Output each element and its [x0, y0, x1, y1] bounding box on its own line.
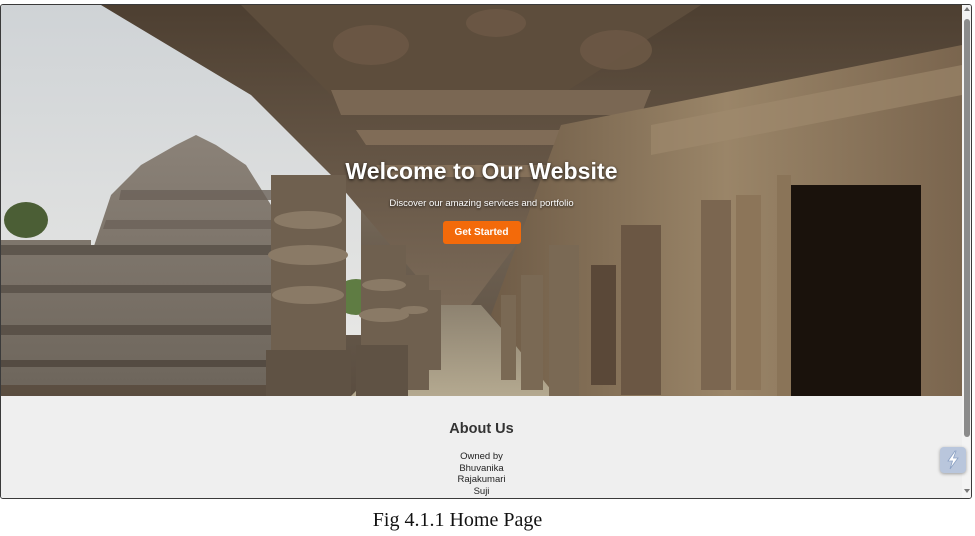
lightning-icon	[947, 450, 959, 470]
figure-caption: Fig 4.1.1 Home Page	[372, 509, 543, 531]
vertical-scrollbar[interactable]	[962, 5, 971, 498]
hero-section: Welcome to Our Website Discover our amaz…	[1, 5, 962, 396]
owner-label: Owned by	[460, 451, 503, 462]
scroll-down-arrow-icon[interactable]	[964, 489, 970, 493]
owner-name-2: Rajakumari	[457, 474, 506, 485]
scrollbar-thumb[interactable]	[964, 19, 970, 437]
scroll-up-arrow-icon[interactable]	[964, 7, 970, 11]
owner-name-1: Bhuvanika	[459, 462, 504, 474]
browser-viewport: Welcome to Our Website Discover our amaz…	[0, 4, 972, 499]
hero-subtitle: Discover our amazing services and portfo…	[389, 198, 574, 209]
hero-title: Welcome to Our Website	[345, 158, 618, 184]
about-section: About Us Owned by Bhuvanika Rajakumari S…	[1, 396, 962, 498]
about-heading: About Us	[449, 421, 514, 437]
get-started-button[interactable]: Get Started	[442, 221, 521, 244]
floating-widget-button[interactable]	[940, 447, 966, 473]
owner-name-3: Suji	[473, 485, 490, 497]
hero-content: Welcome to Our Website Discover our amaz…	[1, 5, 962, 396]
